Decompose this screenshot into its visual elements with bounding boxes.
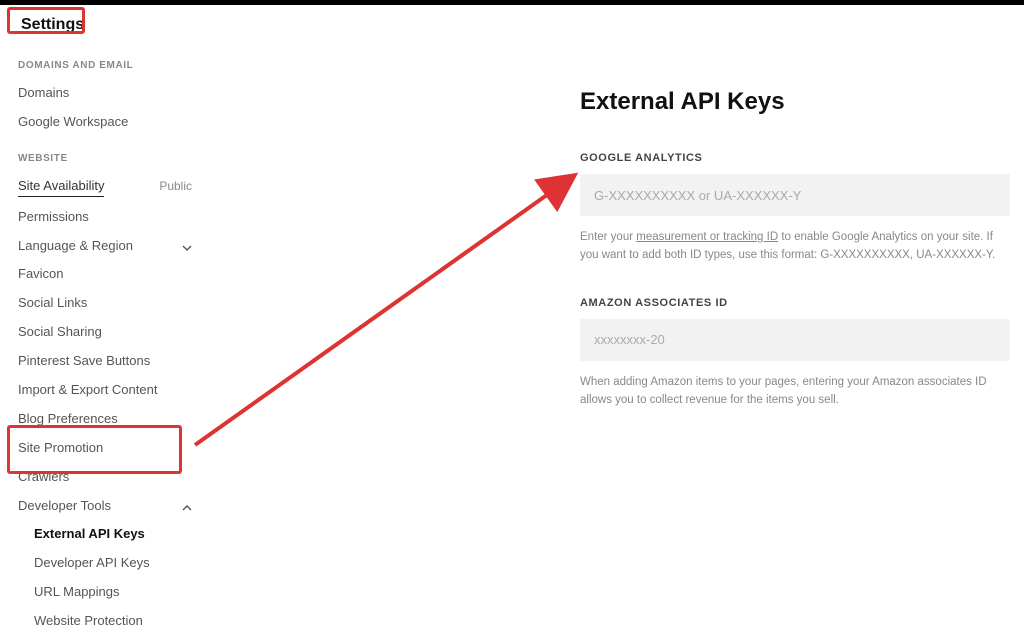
- sidebar-section-domains-email: DOMAINS AND EMAIL: [18, 60, 192, 71]
- sidebar-item-language-region[interactable]: Language & Region: [18, 232, 192, 261]
- google-analytics-label: GOOGLE ANALYTICS: [580, 152, 1010, 164]
- site-availability-badge: Public: [159, 179, 192, 195]
- sidebar-item-domains[interactable]: Domains: [18, 79, 192, 108]
- sidebar-item-crawlers[interactable]: Crawlers: [18, 463, 192, 492]
- sidebar-item-developer-tools[interactable]: Developer Tools: [18, 492, 192, 521]
- chevron-down-icon: [182, 241, 192, 251]
- chevron-up-icon: [182, 501, 192, 511]
- developer-tools-sublist: External API Keys Developer API Keys URL…: [18, 520, 192, 633]
- settings-sidebar: DOMAINS AND EMAIL Domains Google Workspa…: [0, 48, 210, 633]
- sidebar-item-google-workspace[interactable]: Google Workspace: [18, 108, 192, 137]
- sidebar-item-pinterest-save-buttons[interactable]: Pinterest Save Buttons: [18, 347, 192, 376]
- sidebar-item-import-export-content[interactable]: Import & Export Content: [18, 376, 192, 405]
- amazon-associates-help: When adding Amazon items to your pages, …: [580, 373, 1010, 410]
- sidebar-item-url-mappings[interactable]: URL Mappings: [34, 578, 192, 607]
- sidebar-item-social-sharing[interactable]: Social Sharing: [18, 318, 192, 347]
- sidebar-item-permissions[interactable]: Permissions: [18, 203, 192, 232]
- sidebar-item-external-api-keys[interactable]: External API Keys: [34, 520, 192, 549]
- amazon-associates-label: AMAZON ASSOCIATES ID: [580, 297, 1010, 309]
- google-analytics-help: Enter your measurement or tracking ID to…: [580, 228, 1010, 265]
- amazon-associates-input[interactable]: [580, 319, 1010, 361]
- sidebar-section-website: WEBSITE: [18, 153, 192, 164]
- sidebar-item-developer-api-keys[interactable]: Developer API Keys: [34, 549, 192, 578]
- page-heading: External API Keys: [580, 88, 1010, 116]
- google-analytics-input[interactable]: [580, 174, 1010, 216]
- sidebar-item-website-protection[interactable]: Website Protection: [34, 607, 192, 633]
- sidebar-item-blog-preferences[interactable]: Blog Preferences: [18, 405, 192, 434]
- sidebar-item-site-availability[interactable]: Site Availability Public: [18, 172, 192, 203]
- measurement-tracking-link[interactable]: measurement or tracking ID: [636, 231, 778, 243]
- sidebar-item-site-promotion[interactable]: Site Promotion: [18, 434, 192, 463]
- sidebar-item-social-links[interactable]: Social Links: [18, 289, 192, 318]
- main-content: External API Keys GOOGLE ANALYTICS Enter…: [230, 48, 1024, 442]
- page-title: Settings: [15, 12, 90, 38]
- sidebar-item-favicon[interactable]: Favicon: [18, 260, 192, 289]
- top-bar: [0, 0, 1024, 5]
